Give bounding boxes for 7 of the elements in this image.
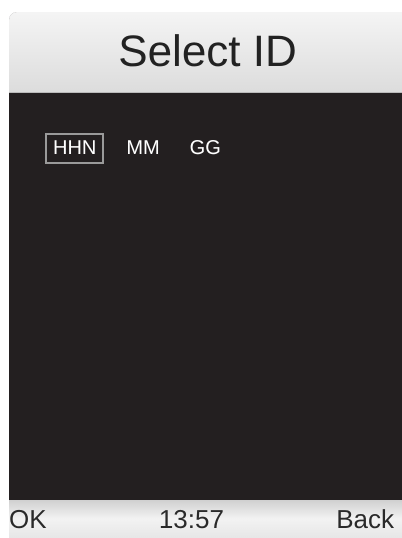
ok-softkey[interactable]: OK [9,504,47,534]
screen-title: Select ID [118,27,297,77]
id-option[interactable]: MM [118,133,168,164]
id-option[interactable]: HHN [45,133,104,164]
back-softkey[interactable]: Back [336,504,394,534]
id-option[interactable]: GG [182,133,229,164]
clock-time: 13:57 [158,504,224,534]
